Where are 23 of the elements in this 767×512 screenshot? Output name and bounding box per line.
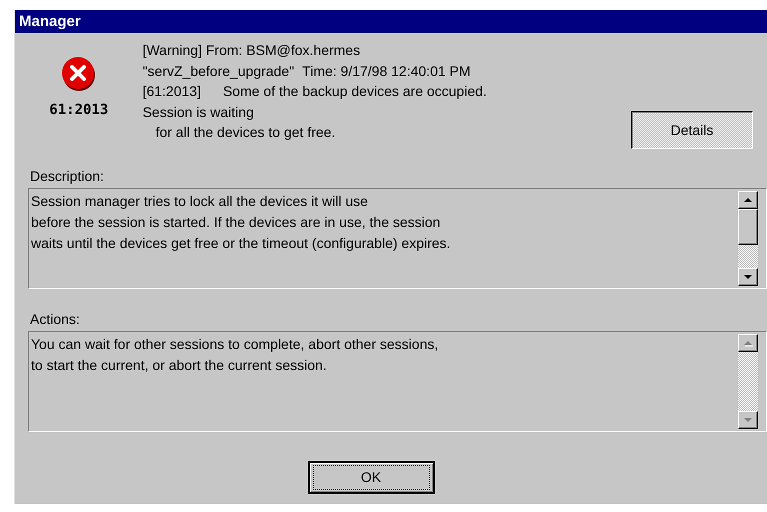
ok-button[interactable]: OK — [308, 461, 434, 494]
section-label: Description: — [29, 168, 104, 186]
text-line: to start the current, or abort the current session. — [31, 356, 327, 375]
message-text: Some of the backup devices are occupied. — [222, 82, 487, 101]
status-detail: for all the devices to get free. — [156, 123, 336, 142]
text-area[interactable]: Session manager tries to lock all the devices it will use before the session is started. If the devices are in use, the session waits until the devices get free or the timeout (configurable) expires. — [28, 188, 767, 289]
section-label: Actions: — [29, 311, 80, 329]
error-code: 61:2013 — [49, 102, 108, 118]
scroll-up-button[interactable] — [738, 191, 758, 209]
scrollbar[interactable] — [738, 191, 758, 286]
details-button[interactable]: Details — [631, 111, 753, 149]
text-line: waits until the devices get free or the timeout (configurable) expires. — [31, 234, 450, 253]
text-line: Session manager tries to lock all the devices it will use — [31, 192, 368, 211]
scroll-down-button[interactable] — [738, 268, 758, 286]
message-header: [Warning] From: BSM@fox.hermes — [142, 41, 360, 60]
timestamp: Time: 9/17/98 12:40:01 PM — [302, 62, 471, 80]
status-text: Session is waiting — [142, 102, 254, 122]
window-title: Manager — [15, 10, 767, 33]
scroll-thumb[interactable] — [738, 209, 758, 245]
session-name: "servZ_before_upgrade" — [142, 62, 294, 81]
text-line: You can wait for other sessions to complete, abort other sessions, — [31, 335, 438, 354]
text-line: before the session is started. If the devices are in use, the session — [31, 213, 440, 232]
message-code: [61:2013] — [142, 82, 201, 101]
